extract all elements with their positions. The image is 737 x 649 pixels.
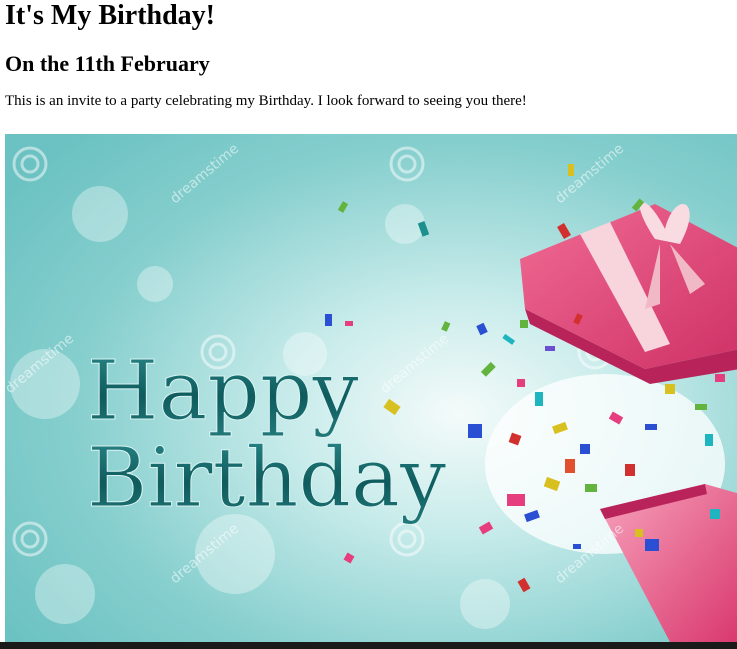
birthday-banner-image: Happy Birthday dreamstime dreamstime dre… xyxy=(5,134,737,642)
birthday-banner-svg: Happy Birthday dreamstime dreamstime dre… xyxy=(5,134,737,642)
bottom-scrollbar-edge xyxy=(0,642,737,649)
invite-page: It's My Birthday! On the 11th February T… xyxy=(0,0,737,649)
page-title: It's My Birthday! xyxy=(5,0,215,31)
invite-description: This is an invite to a party celebrating… xyxy=(5,93,527,109)
headline-happy: Happy xyxy=(87,344,359,439)
page-subtitle: On the 11th February xyxy=(5,51,210,76)
headline-birthday: Birthday xyxy=(87,431,447,526)
